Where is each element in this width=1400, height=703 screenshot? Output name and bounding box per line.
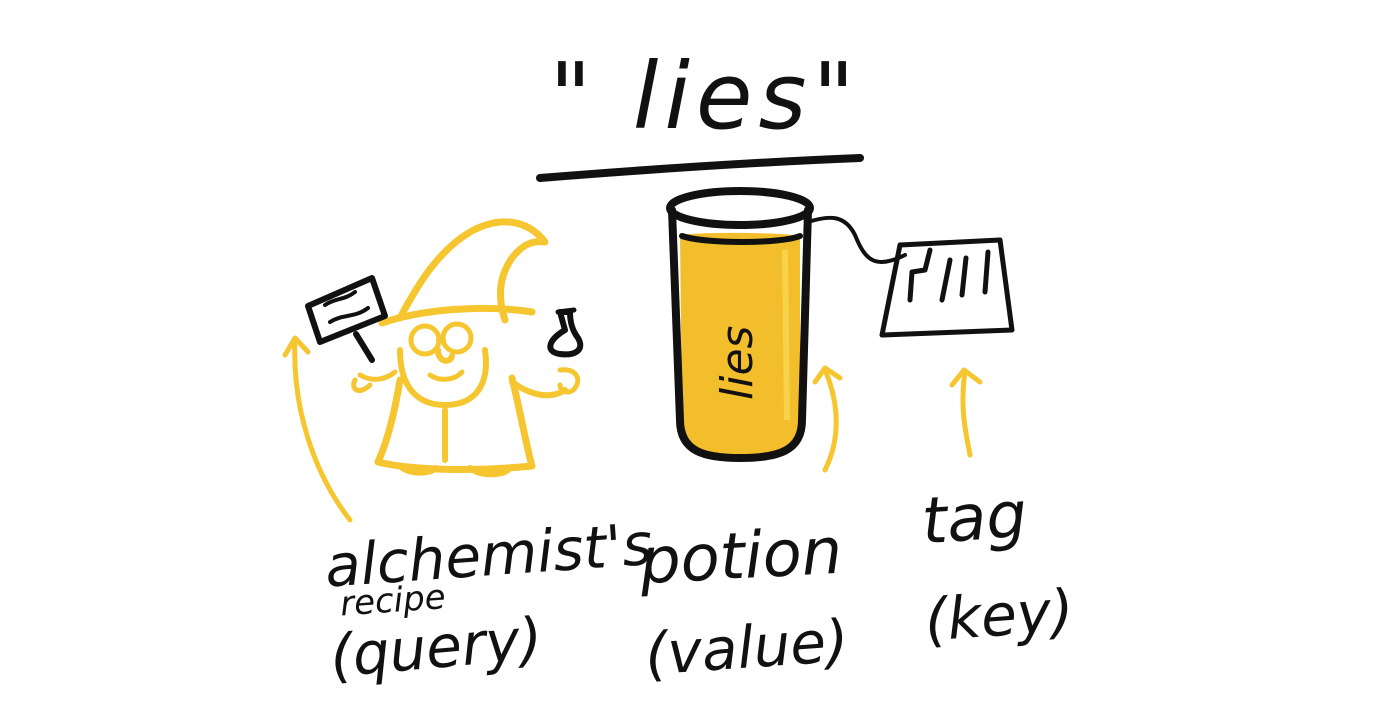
- title-text: " lies": [549, 43, 861, 150]
- tag-string: [806, 215, 907, 265]
- potion-label: lies: [712, 326, 763, 400]
- bottom-labels: alchemist's recipe (query) potion (value…: [323, 478, 1076, 690]
- potion-vial: lies: [666, 187, 814, 462]
- diagram-canvas: " lies" lies alchemist's recipe (query) …: [282, 43, 1076, 691]
- potion-rim: [666, 187, 814, 229]
- tag-label-line1: tag: [919, 478, 1029, 559]
- tag-label-line2: (key): [923, 576, 1076, 654]
- potion-label-line1: potion: [637, 515, 844, 600]
- title-underline: [536, 154, 864, 182]
- alchemist-figure: [351, 218, 581, 478]
- wizard-glasses: [408, 323, 442, 357]
- potion-arrow: [822, 367, 839, 473]
- title-group: " lies": [536, 43, 864, 182]
- flask-icon: [547, 307, 584, 358]
- recipe-sign: [305, 275, 388, 363]
- tag-arrow: [960, 369, 973, 458]
- tag-icon: [879, 237, 1015, 338]
- potion-label-line2: (value): [643, 607, 851, 689]
- wizard-robe: [374, 374, 536, 473]
- recipe-arrow: [292, 337, 353, 523]
